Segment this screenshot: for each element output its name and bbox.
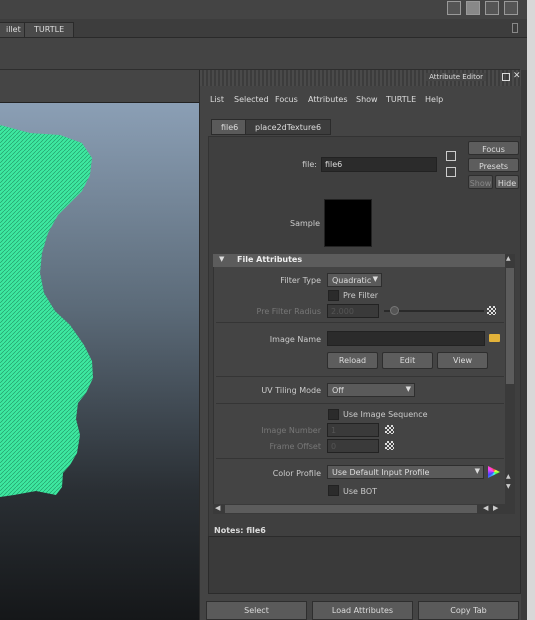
close-icon[interactable]: ✕: [513, 71, 521, 81]
pre-filter-radius-field[interactable]: 2.000: [327, 304, 379, 318]
load-attributes-button[interactable]: Load Attributes: [312, 601, 413, 620]
output-connection-icon[interactable]: [446, 167, 456, 177]
notes-textarea[interactable]: [208, 536, 521, 594]
attribute-editor-titlebar[interactable]: Attribute Editor ✕: [200, 70, 522, 86]
uv-tiling-value: Off: [332, 386, 344, 395]
map-button-icon[interactable]: [487, 306, 496, 315]
horizontal-scrollbar[interactable]: ◀ ◀ ▶: [213, 504, 506, 514]
hide-button[interactable]: Hide: [495, 175, 519, 189]
menu-focus[interactable]: Focus: [275, 95, 298, 104]
tool-settings-icon[interactable]: [504, 1, 518, 15]
show-button[interactable]: Show: [468, 175, 493, 189]
menu-attributes[interactable]: Attributes: [308, 95, 348, 104]
sample-label: Sample: [290, 219, 320, 228]
shelf-tab-bar: illet TURTLE: [0, 19, 535, 38]
scroll-left-icon[interactable]: ◀: [215, 504, 220, 512]
filter-type-value: Quadratic: [332, 276, 372, 285]
scroll-right-icon[interactable]: ▶: [493, 504, 498, 512]
menu-show[interactable]: Show: [356, 95, 378, 104]
color-profile-value: Use Default Input Profile: [332, 468, 430, 477]
menu-selected[interactable]: Selected: [234, 95, 269, 104]
scroll-down-icon[interactable]: ▼: [506, 483, 511, 490]
select-button[interactable]: Select: [206, 601, 307, 620]
layout-icon[interactable]: [447, 1, 461, 15]
pre-filter-checkbox[interactable]: [328, 290, 339, 301]
view-button[interactable]: View: [437, 352, 488, 369]
scroll-up-icon[interactable]: ▲: [506, 255, 511, 262]
section-scrollbar-thumb[interactable]: [506, 268, 514, 384]
pre-filter-radius-label: Pre Filter Radius: [256, 307, 321, 316]
shelf-content: [0, 38, 520, 70]
row-divider: [216, 403, 504, 404]
folder-icon[interactable]: [489, 334, 500, 342]
channel-box-icon[interactable]: [485, 1, 499, 15]
focus-button[interactable]: Focus: [468, 141, 519, 155]
scroll-up-icon[interactable]: ▲: [506, 473, 511, 480]
file-label: file:: [302, 160, 317, 169]
float-panel-icon[interactable]: [502, 73, 510, 81]
use-image-sequence-checkbox[interactable]: [328, 409, 339, 420]
row-divider: [216, 458, 504, 459]
attribute-editor-panel: Attribute Editor ✕ List Selected Focus A…: [199, 70, 522, 620]
window-scrollbar[interactable]: [527, 0, 535, 620]
node-name-field[interactable]: file6: [321, 157, 437, 172]
reload-button[interactable]: Reload: [327, 352, 378, 369]
uv-tiling-label: UV Tiling Mode: [261, 386, 321, 395]
menu-turtle[interactable]: TURTLE: [386, 95, 416, 104]
collapse-arrow-icon[interactable]: ▼: [219, 255, 224, 263]
attribute-editor-title: Attribute Editor: [426, 73, 486, 81]
use-bot-checkbox[interactable]: [328, 485, 339, 496]
menu-list[interactable]: List: [210, 95, 224, 104]
pre-filter-label: Pre Filter: [343, 291, 379, 300]
pre-filter-radius-slider-handle[interactable]: [390, 306, 399, 315]
attribute-editor-toggle-icon[interactable]: [466, 1, 480, 15]
use-bot-label: Use BOT: [343, 487, 378, 496]
scroll-left-icon[interactable]: ◀: [483, 504, 488, 512]
color-profile-dropdown[interactable]: Use Default Input Profile ▼: [327, 465, 484, 479]
image-number-label: Image Number: [261, 426, 321, 435]
mesh-wireframe: [0, 125, 93, 497]
chevron-down-icon: ▼: [474, 467, 480, 475]
viewport-toolbar: [0, 70, 199, 103]
input-connection-icon[interactable]: [446, 151, 456, 161]
sample-swatch: [324, 199, 372, 247]
tab-place2dtexture6[interactable]: place2dTexture6: [245, 119, 332, 135]
tab-file6[interactable]: file6: [211, 119, 249, 135]
shelf-menu-icon[interactable]: [512, 23, 518, 33]
color-profile-label: Color Profile: [272, 469, 321, 478]
frame-offset-field[interactable]: 0: [327, 439, 379, 453]
uv-tiling-dropdown[interactable]: Off ▼: [327, 383, 415, 397]
section-scrollbar[interactable]: ▲ ▲ ▼: [505, 254, 515, 514]
image-name-field[interactable]: [327, 331, 485, 346]
horizontal-scrollbar-thumb[interactable]: [225, 505, 477, 513]
section-title: File Attributes: [237, 255, 303, 264]
viewport-3d[interactable]: [0, 103, 199, 620]
row-divider: [216, 322, 504, 323]
chevron-down-icon: ▼: [405, 385, 411, 393]
filter-type-label: Filter Type: [280, 276, 321, 285]
file-attributes-header[interactable]: ▼ File Attributes: [213, 254, 508, 267]
copy-tab-button[interactable]: Copy Tab: [418, 601, 519, 620]
map-button-icon[interactable]: [385, 425, 394, 434]
menu-help[interactable]: Help: [425, 95, 443, 104]
image-name-label: Image Name: [269, 335, 321, 344]
edit-button[interactable]: Edit: [382, 352, 433, 369]
image-number-field[interactable]: 1: [327, 423, 379, 437]
chevron-down-icon: ▼: [372, 275, 378, 283]
status-line: [0, 0, 535, 19]
frame-offset-label: Frame Offset: [269, 442, 321, 451]
row-divider: [216, 376, 504, 377]
pre-filter-radius-slider-track[interactable]: [384, 310, 484, 312]
shelf-tab-turtle[interactable]: TURTLE: [24, 22, 75, 37]
use-image-sequence-label: Use Image Sequence: [343, 410, 428, 419]
filter-type-dropdown[interactable]: Quadratic ▼: [327, 273, 382, 287]
presets-button[interactable]: Presets: [468, 158, 519, 172]
map-button-icon[interactable]: [385, 441, 394, 450]
notes-label: Notes: file6: [214, 526, 266, 535]
